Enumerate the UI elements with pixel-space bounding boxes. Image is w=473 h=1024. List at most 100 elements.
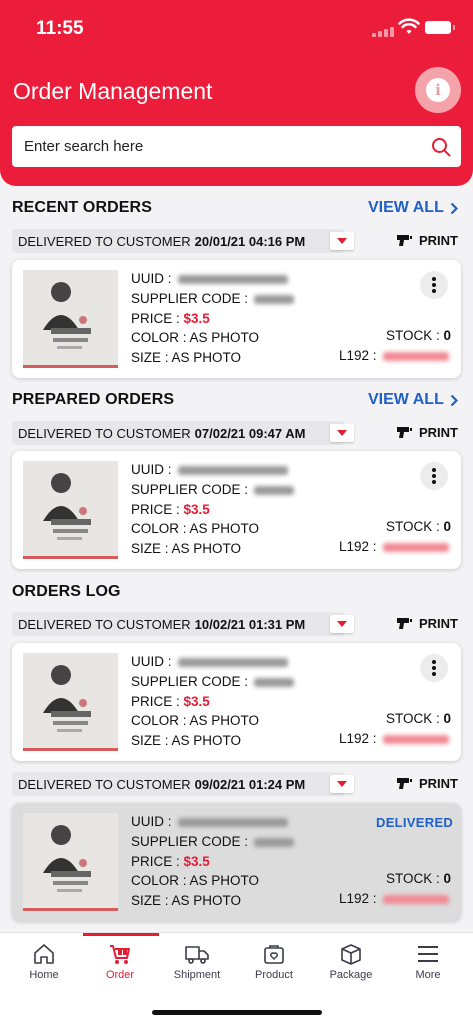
search-input[interactable]	[12, 126, 412, 167]
supplier-label: SUPPLIER CODE :	[131, 481, 249, 497]
uuid-label: UUID :	[131, 462, 172, 477]
cellular-signal-icon	[372, 27, 394, 37]
order-details: UUID : SUPPLIER CODE : PRICE : $3.5 COLO…	[131, 269, 295, 368]
tab-home[interactable]: Home	[7, 933, 81, 985]
tab-label: Package	[329, 969, 373, 981]
more-options-button[interactable]	[420, 271, 448, 299]
price-row: PRICE : $3.5	[131, 500, 294, 520]
print-button[interactable]: PRINT	[396, 616, 458, 631]
supplier-row: SUPPLIER CODE :	[131, 480, 295, 500]
product-thumbnail	[23, 270, 118, 368]
l192-value-redacted	[382, 351, 449, 361]
tab-label: Order	[105, 969, 135, 981]
supplier-value-redacted	[254, 294, 295, 304]
product-box-icon	[264, 945, 284, 964]
print-label: PRINT	[419, 616, 458, 631]
price-label: PRICE :	[131, 501, 180, 517]
status-dropdown-button[interactable]	[330, 232, 354, 250]
uuid-value-redacted	[177, 465, 288, 475]
package-icon	[341, 944, 361, 965]
print-button[interactable]: PRINT	[396, 425, 458, 440]
price-label: PRICE :	[131, 310, 180, 326]
order-datetime: 07/02/21 09:47 AM	[194, 425, 306, 441]
color-row: COLOR : AS PHOTO	[131, 713, 260, 729]
stock-label: STOCK :	[386, 871, 440, 886]
uuid-label: UUID :	[131, 814, 172, 829]
order-card[interactable]: UUID : SUPPLIER CODE : PRICE : $3.5 COLO…	[12, 451, 461, 569]
order-details: UUID : SUPPLIER CODE : PRICE : $3.5 COLO…	[131, 652, 295, 751]
order-status: DELIVERED TO CUSTOMER	[18, 425, 191, 441]
print-button[interactable]: PRINT	[396, 233, 458, 248]
uuid-value-redacted	[177, 274, 288, 284]
supplier-row: SUPPLIER CODE :	[131, 672, 295, 692]
order-card[interactable]: UUID : SUPPLIER CODE : PRICE : $3.5 COLO…	[12, 260, 461, 378]
order-datetime: 09/02/21 01:24 PM	[194, 776, 306, 792]
tab-label: Home	[29, 969, 59, 981]
order-status-pill: DELIVERED TO CUSTOMER 09/02/21 01:24 PM	[12, 772, 354, 796]
tab-label: Shipment	[173, 969, 221, 981]
uuid-row: UUID :	[131, 269, 294, 289]
status-dropdown-button[interactable]	[330, 615, 354, 633]
order-status: DELIVERED TO CUSTOMER	[18, 233, 191, 249]
order-status: DELIVERED TO CUSTOMER	[18, 776, 191, 792]
more-options-button[interactable]	[420, 654, 448, 682]
order-card[interactable]: UUID : SUPPLIER CODE : PRICE : $3.5 COLO…	[12, 803, 461, 921]
supplier-label: SUPPLIER CODE :	[131, 290, 249, 306]
view-all-recent-link[interactable]: VIEW ALL	[368, 199, 458, 217]
supplier-value-redacted	[254, 677, 295, 687]
status-time: 11:55	[36, 18, 84, 39]
tab-label: Product	[255, 969, 293, 981]
uuid-value-redacted	[177, 657, 288, 667]
stock-row: STOCK : 0	[386, 519, 451, 534]
status-dropdown-button[interactable]	[330, 424, 354, 442]
supplier-row: SUPPLIER CODE :	[131, 289, 295, 309]
printer-gun-icon	[397, 778, 412, 789]
stock-label: STOCK :	[386, 519, 440, 534]
color-row: COLOR : AS PHOTO	[131, 873, 260, 889]
order-status-pill: DELIVERED TO CUSTOMER 10/02/21 01:31 PM	[12, 612, 354, 636]
print-label: PRINT	[419, 425, 458, 440]
l192-label: L192 :	[339, 539, 377, 554]
supplier-label: SUPPLIER CODE :	[131, 833, 249, 849]
product-thumbnail	[23, 461, 118, 559]
section-title-recent-orders: RECENT ORDERS	[12, 199, 152, 216]
tab-label: More	[415, 969, 441, 981]
order-card[interactable]: UUID : SUPPLIER CODE : PRICE : $3.5 COLO…	[12, 643, 461, 761]
tab-order[interactable]: Order	[83, 933, 159, 985]
home-icon	[34, 944, 54, 964]
price-row: PRICE : $3.5	[131, 692, 294, 712]
uuid-row: UUID :	[131, 652, 294, 672]
price-label: PRICE :	[131, 853, 180, 869]
more-options-button[interactable]	[420, 462, 448, 490]
print-label: PRINT	[419, 233, 458, 248]
stock-row: STOCK : 0	[386, 711, 451, 726]
stock-row: STOCK : 0	[386, 871, 451, 886]
tab-product[interactable]: Product	[237, 933, 311, 985]
status-bar: 11:55	[0, 0, 473, 56]
print-button[interactable]: PRINT	[396, 776, 458, 791]
stock-row: STOCK : 0	[386, 328, 451, 343]
search-icon[interactable]	[431, 137, 451, 157]
l192-value-redacted	[382, 894, 449, 904]
size-row: SIZE : AS PHOTO	[131, 893, 242, 909]
price-row: PRICE : $3.5	[131, 852, 294, 872]
status-dropdown-button[interactable]	[330, 775, 354, 793]
tab-more[interactable]: More	[391, 933, 465, 985]
l192-label: L192 :	[339, 348, 377, 363]
price-value: $3.5	[183, 693, 210, 709]
price-value: $3.5	[183, 501, 210, 517]
price-label: PRICE :	[131, 693, 180, 709]
home-indicator	[152, 1010, 322, 1015]
cart-icon	[110, 945, 130, 964]
order-datetime: 10/02/21 01:31 PM	[194, 616, 306, 632]
tab-shipment[interactable]: Shipment	[160, 933, 234, 985]
order-details: UUID : SUPPLIER CODE : PRICE : $3.5 COLO…	[131, 460, 295, 559]
view-all-label: VIEW ALL	[368, 199, 444, 216]
tab-package[interactable]: Package	[314, 933, 388, 985]
view-all-label: VIEW ALL	[368, 391, 444, 408]
section-title-orders-log: ORDERS LOG	[12, 583, 121, 600]
info-button[interactable]: i	[415, 67, 461, 113]
l192-value-redacted	[382, 542, 449, 552]
truck-icon	[185, 946, 209, 964]
view-all-prepared-link[interactable]: VIEW ALL	[368, 391, 458, 409]
